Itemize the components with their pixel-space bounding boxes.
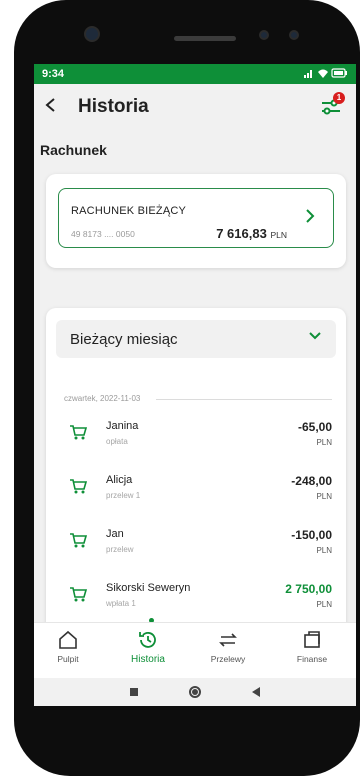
top-bezel: [14, 0, 360, 64]
transaction-type: opłata: [106, 437, 128, 446]
home-icon: [59, 630, 77, 649]
status-icons: [304, 67, 348, 82]
filter-button[interactable]: 1: [320, 92, 345, 118]
phone-frame: 9:34 Historia 1 Rachunek RACHUNEK BIEŻĄC…: [14, 0, 360, 776]
account-balance: 7 616,83 PLN: [216, 226, 287, 241]
month-label: Bieżący miesiąc: [70, 331, 178, 348]
transaction-type: przelew 1: [106, 491, 141, 500]
transaction-name: Alicja: [106, 474, 133, 486]
finance-icon: [304, 631, 320, 648]
transaction-amount: -248,00: [291, 474, 332, 488]
nav-label: Pulpit: [57, 654, 79, 664]
transaction-currency: PLN: [316, 492, 332, 501]
transfer-icon: [219, 633, 237, 647]
nav-item-przelewy[interactable]: Przelewy: [198, 629, 258, 664]
home-button[interactable]: [189, 686, 201, 698]
back-system-button[interactable]: [252, 687, 260, 697]
transaction-type: wpłata 1: [106, 599, 136, 608]
balance-value: 7 616,83: [216, 226, 267, 241]
system-nav-bar: [34, 678, 356, 706]
transaction-amount: -150,00: [291, 528, 332, 542]
month-selector[interactable]: Bieżący miesiąc: [56, 320, 336, 358]
divider: [156, 399, 332, 400]
date-label: czwartek, 2022-11-03: [64, 394, 141, 403]
nav-label: Przelewy: [210, 654, 246, 664]
nav-label: Finanse: [296, 654, 328, 664]
transaction-currency: PLN: [316, 546, 332, 555]
nav-item-historia[interactable]: Historia: [118, 629, 178, 665]
nav-item-finanse[interactable]: Finanse: [282, 629, 342, 664]
account-card: RACHUNEK BIEŻĄCY 49 8173 .... 0050 7 616…: [46, 174, 346, 268]
account-tile[interactable]: RACHUNEK BIEŻĄCY 49 8173 .... 0050 7 616…: [58, 188, 334, 248]
page-title: Historia: [78, 96, 149, 117]
status-time: 9:34: [42, 68, 65, 80]
back-button[interactable]: [44, 94, 58, 118]
front-camera: [84, 26, 100, 42]
transaction-row[interactable]: Alicja przelew 1 -248,00 PLN: [46, 470, 346, 514]
transaction-row[interactable]: Janina opłata -65,00 PLN: [46, 416, 346, 460]
transaction-type: przelew: [106, 545, 134, 554]
transaction-name: Janina: [106, 420, 139, 432]
transaction-name: Sikorski Seweryn: [106, 582, 191, 594]
nav-item-pulpit[interactable]: Pulpit: [38, 629, 98, 664]
history-card: Bieżący miesiąc czwartek, 2022-11-03 Jan…: [46, 308, 346, 638]
transaction-amount: -65,00: [297, 420, 332, 434]
bottom-nav: Pulpit Historia Przelewy Finanse: [34, 622, 356, 678]
transaction-currency: PLN: [316, 600, 332, 609]
account-number: 49 8173 .... 0050: [71, 229, 135, 239]
chevron-right-icon: [305, 207, 315, 230]
sensor-2: [289, 30, 299, 40]
cart-icon: [70, 479, 88, 494]
signal-wifi-battery-icon: [304, 68, 347, 78]
cart-icon: [70, 587, 88, 602]
history-icon: [139, 632, 156, 648]
status-bar: 9:34: [34, 64, 356, 84]
transaction-currency: PLN: [316, 438, 332, 447]
transaction-row[interactable]: Sikorski Seweryn wpłata 1 2 750,00 PLN: [46, 578, 346, 622]
transaction-name: Jan: [106, 528, 124, 540]
speaker: [174, 36, 236, 41]
app-screen: 9:34 Historia 1 Rachunek RACHUNEK BIEŻĄC…: [34, 64, 356, 706]
transaction-amount: 2 750,00: [285, 582, 332, 596]
account-name: RACHUNEK BIEŻĄCY: [71, 205, 187, 217]
recents-button[interactable]: [130, 688, 138, 696]
section-label: Rachunek: [40, 142, 107, 158]
notification-badge: 1: [333, 92, 345, 104]
nav-label: Historia: [131, 654, 165, 665]
cart-icon: [70, 425, 88, 440]
chevron-left-icon: [45, 98, 55, 112]
chevron-down-icon: [308, 328, 322, 346]
balance-currency: PLN: [270, 230, 287, 240]
app-header: Historia 1: [34, 84, 356, 132]
cart-icon: [70, 533, 88, 548]
transaction-row[interactable]: Jan przelew -150,00 PLN: [46, 524, 346, 568]
sensor: [259, 30, 269, 40]
